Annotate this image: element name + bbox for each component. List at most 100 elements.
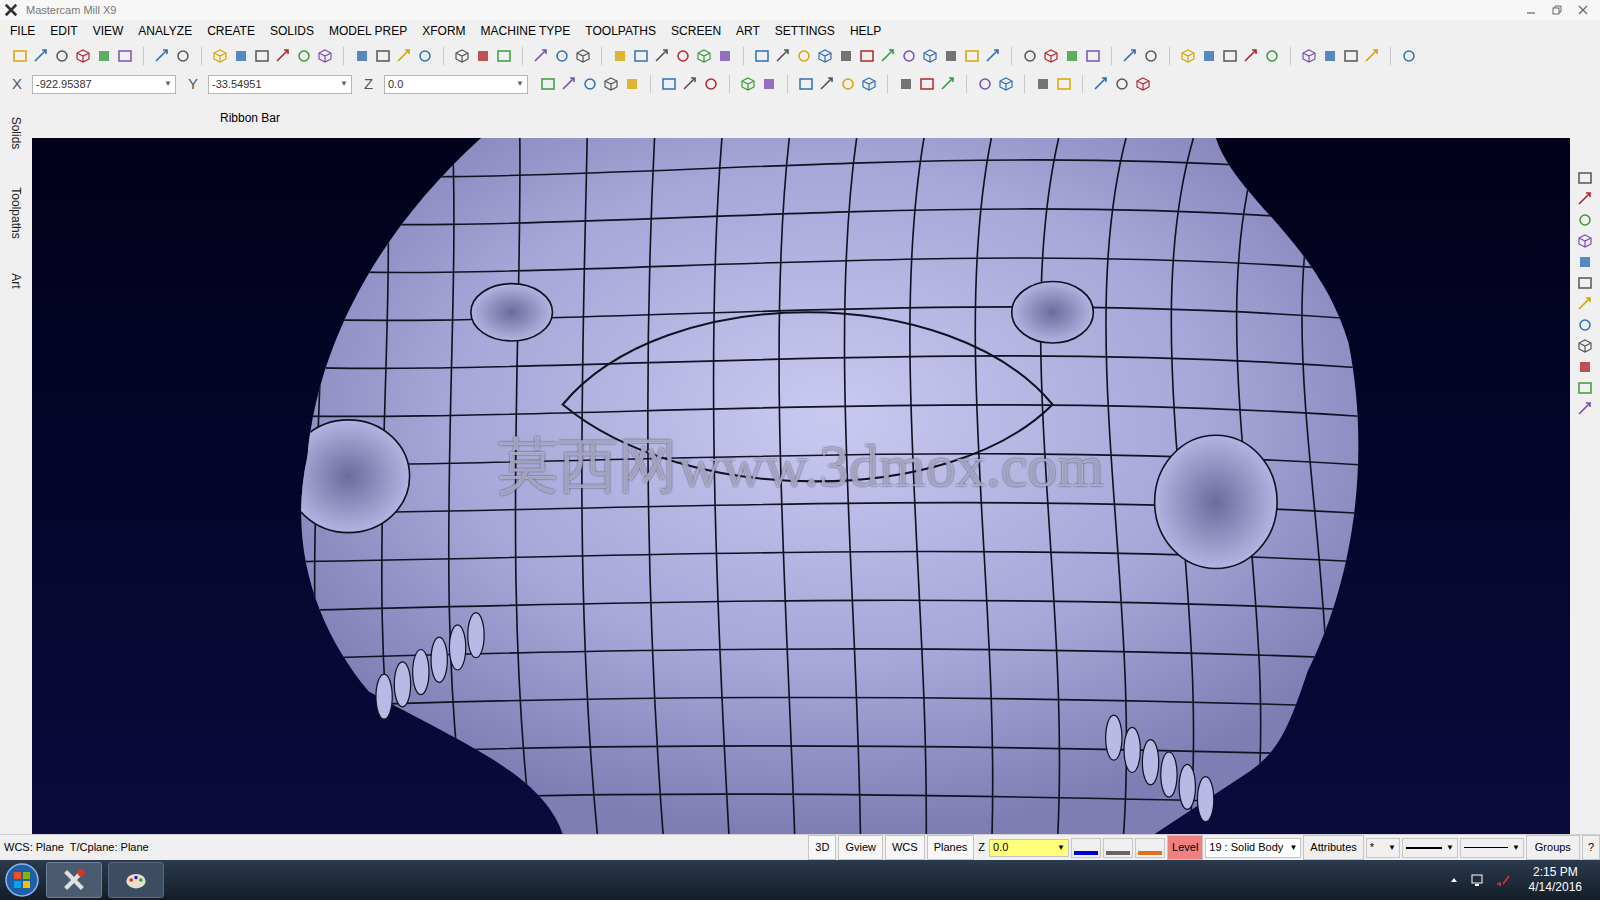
tool-icon[interactable] <box>1180 48 1196 64</box>
menu-item[interactable]: SETTINGS <box>775 22 835 40</box>
tool-icon[interactable] <box>233 48 249 64</box>
tool-icon[interactable] <box>796 48 812 64</box>
minimize-icon[interactable] <box>1526 5 1536 15</box>
tool-icon[interactable] <box>175 48 191 64</box>
manager-icon[interactable] <box>1577 170 1593 186</box>
tool-icon[interactable] <box>819 76 835 92</box>
tool-icon[interactable] <box>761 76 777 92</box>
manager-icon[interactable] <box>1577 296 1593 312</box>
tool-icon[interactable] <box>840 76 856 92</box>
tool-icon[interactable] <box>1243 48 1259 64</box>
coordinate-input[interactable]: -33.54951▼ <box>208 75 352 94</box>
tool-icon[interactable] <box>317 48 333 64</box>
tool-icon[interactable] <box>1364 48 1380 64</box>
menu-item[interactable]: SCREEN <box>671 22 721 40</box>
tool-icon[interactable] <box>117 48 133 64</box>
tool-icon[interactable] <box>901 48 917 64</box>
solid-color-swatch[interactable] <box>1135 838 1165 858</box>
tool-icon[interactable] <box>898 76 914 92</box>
menu-item[interactable]: FILE <box>10 22 35 40</box>
status-button[interactable]: 3D <box>808 835 836 860</box>
tool-icon[interactable] <box>1022 48 1038 64</box>
tool-icon[interactable] <box>661 76 677 92</box>
taskbar-paint-button[interactable] <box>108 862 164 898</box>
surface-color-swatch[interactable] <box>1103 838 1133 858</box>
tool-icon[interactable] <box>575 48 591 64</box>
tool-icon[interactable] <box>375 48 391 64</box>
tool-icon[interactable] <box>717 48 733 64</box>
taskbar-mastercam-button[interactable] <box>46 862 102 898</box>
tool-icon[interactable] <box>817 48 833 64</box>
coordinate-input[interactable]: -922.95387▼ <box>32 75 176 94</box>
tool-icon[interactable] <box>417 48 433 64</box>
menu-item[interactable]: MACHINE TYPE <box>481 22 571 40</box>
tool-icon[interactable] <box>998 76 1014 92</box>
tool-icon[interactable] <box>633 48 649 64</box>
manager-icon[interactable] <box>1577 317 1593 333</box>
tool-icon[interactable] <box>859 48 875 64</box>
menu-item[interactable]: XFORM <box>422 22 465 40</box>
close-icon[interactable] <box>1578 5 1588 15</box>
menu-item[interactable]: CREATE <box>207 22 255 40</box>
status-button[interactable]: Planes <box>927 835 975 860</box>
volume-icon[interactable] <box>1495 872 1511 888</box>
restore-icon[interactable] <box>1552 5 1562 15</box>
tool-icon[interactable] <box>740 76 756 92</box>
tool-icon[interactable] <box>33 48 49 64</box>
point-style-dropdown[interactable]: *▼ <box>1366 838 1400 858</box>
tool-icon[interactable] <box>696 48 712 64</box>
tool-icon[interactable] <box>861 76 877 92</box>
manager-icon[interactable] <box>1577 401 1593 417</box>
skull-model-icon[interactable] <box>32 138 1570 834</box>
tool-icon[interactable] <box>1322 48 1338 64</box>
tool-icon[interactable] <box>943 48 959 64</box>
status-button[interactable]: Gview <box>838 835 883 860</box>
side-tab[interactable]: Art <box>7 264 25 298</box>
manager-icon[interactable] <box>1577 254 1593 270</box>
tool-icon[interactable] <box>533 48 549 64</box>
tool-icon[interactable] <box>396 48 412 64</box>
tool-icon[interactable] <box>96 48 112 64</box>
tool-icon[interactable] <box>940 76 956 92</box>
graphics-viewport[interactable]: 莫西网www.3dmox.com <box>32 138 1570 834</box>
tool-icon[interactable] <box>1343 48 1359 64</box>
manager-icon[interactable] <box>1577 359 1593 375</box>
tool-icon[interactable] <box>1401 48 1417 64</box>
coordinate-input[interactable]: 0.0▼ <box>384 75 528 94</box>
tool-icon[interactable] <box>475 48 491 64</box>
tool-icon[interactable] <box>977 76 993 92</box>
manager-icon[interactable] <box>1577 275 1593 291</box>
tool-icon[interactable] <box>754 48 770 64</box>
manager-icon[interactable] <box>1577 338 1593 354</box>
tool-icon[interactable] <box>1301 48 1317 64</box>
tool-icon[interactable] <box>454 48 470 64</box>
menu-item[interactable]: VIEW <box>93 22 124 40</box>
tool-icon[interactable] <box>54 48 70 64</box>
menu-item[interactable]: EDIT <box>50 22 77 40</box>
tray-arrow-icon[interactable] <box>1449 875 1459 885</box>
clock[interactable]: 2:15 PM4/14/2016 <box>1529 865 1582 895</box>
manager-icon[interactable] <box>1577 233 1593 249</box>
menu-item[interactable]: ART <box>736 22 760 40</box>
tool-icon[interactable] <box>612 48 628 64</box>
tool-icon[interactable] <box>919 76 935 92</box>
groups-button[interactable]: Groups <box>1526 835 1580 860</box>
tool-icon[interactable] <box>682 76 698 92</box>
side-tab[interactable]: Toolpaths <box>7 172 25 254</box>
level-label[interactable]: Level <box>1167 835 1203 860</box>
tool-icon[interactable] <box>1085 48 1101 64</box>
tool-icon[interactable] <box>12 48 28 64</box>
start-orb-icon[interactable] <box>4 862 40 898</box>
tool-icon[interactable] <box>1264 48 1280 64</box>
tool-icon[interactable] <box>554 48 570 64</box>
tool-icon[interactable] <box>275 48 291 64</box>
tool-icon[interactable] <box>1035 76 1051 92</box>
tool-icon[interactable] <box>985 48 1001 64</box>
menu-item[interactable]: TOOLPATHS <box>585 22 656 40</box>
tool-icon[interactable] <box>675 48 691 64</box>
color-swatch[interactable] <box>1071 838 1101 858</box>
tool-icon[interactable] <box>654 48 670 64</box>
line-width-dropdown[interactable]: ▼ <box>1460 838 1524 858</box>
tool-icon[interactable] <box>154 48 170 64</box>
tool-icon[interactable] <box>1222 48 1238 64</box>
